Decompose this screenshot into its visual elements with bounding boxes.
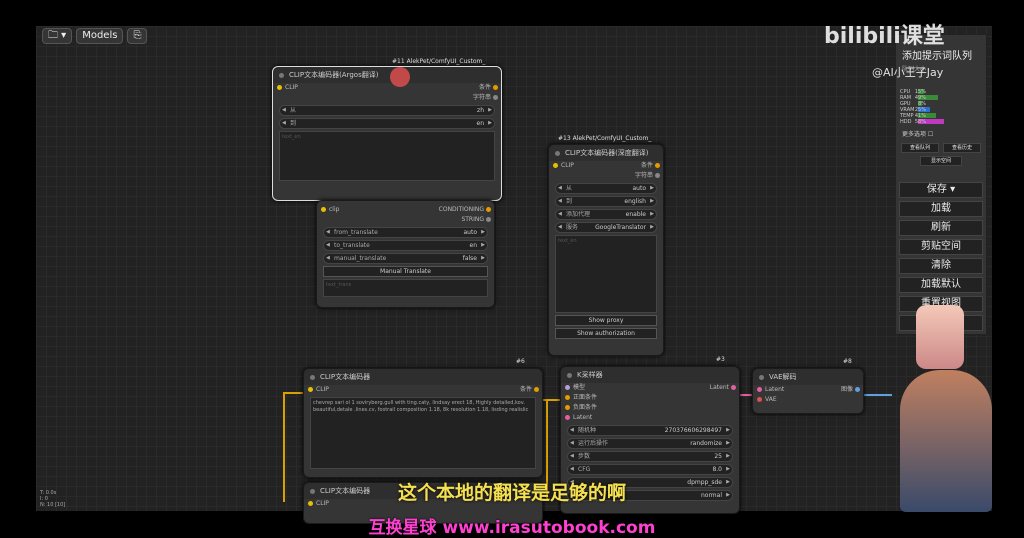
prompt-text[interactable]: chevrep sari ol 1 soviryberg.gull with t… — [310, 397, 536, 469]
load-button[interactable]: 加载 — [899, 201, 983, 217]
trans-text[interactable]: text_trans — [323, 279, 488, 297]
refresh-button[interactable]: 刷新 — [899, 220, 983, 236]
control-after-widget[interactable]: 运行后操作randomize — [567, 438, 733, 449]
node-argos-translate[interactable]: CLIP文本编码器(Argos翻译) CLIP条件 字符串 从zh 到en te… — [272, 66, 502, 201]
node-title: CLIP文本编码器(深度翻译) — [549, 145, 663, 161]
node-8-tag: #8 — [843, 358, 852, 365]
models-button[interactable]: Models — [76, 28, 124, 44]
extra-options-checkbox[interactable]: 更多选项 ☐ — [896, 125, 986, 142]
queue-history-row: 查看队列 查看历史 — [896, 142, 986, 154]
string-output[interactable]: 字符串 — [273, 93, 501, 103]
to-translate-widget[interactable]: to_translateen — [323, 240, 488, 251]
top-toolbar: 🗀 ▾ Models ⎘ — [42, 28, 148, 44]
show-authorization-button[interactable]: Show authorization — [555, 328, 657, 339]
manual-translate-button[interactable]: Manual Translate — [323, 266, 488, 277]
copy-icon[interactable]: ⎘ — [127, 28, 148, 44]
clip-wire-h — [283, 392, 303, 394]
node-3-tag: #3 — [716, 356, 725, 363]
text-input[interactable]: text_en — [279, 131, 495, 181]
negative-input[interactable]: 负面条件 — [561, 403, 739, 413]
cursor-highlight — [390, 67, 410, 87]
from-widget[interactable]: 从zh — [279, 105, 495, 116]
manual-translate-widget[interactable]: manual_translatefalse — [323, 253, 488, 264]
proxy-widget[interactable]: 添加代理enable — [555, 209, 657, 220]
node-title: VAE解码 — [753, 369, 863, 385]
clip-input[interactable]: CLIP 条件 — [549, 161, 663, 171]
service-widget[interactable]: 服务GoogleTranslator — [555, 222, 657, 233]
load-default-button[interactable]: 加载默认 — [899, 277, 983, 293]
seed-widget[interactable]: 随机种270376606298497 — [567, 425, 733, 436]
node-deep-translate[interactable]: CLIP文本编码器(深度翻译) CLIP条件 字符串 从auto 到englis… — [548, 144, 664, 356]
save-button[interactable]: 保存 ▾ — [899, 182, 983, 198]
node-title: CLIP文本编码器 — [304, 369, 542, 385]
stat-hdd: HDD 58% — [900, 119, 982, 125]
node-vae-decode[interactable]: VAE解码 Latent 图像 VAE — [752, 368, 864, 414]
footer-watermark: 互换星球 www.irasutobook.com — [368, 518, 656, 538]
node-13-tag: #13 AlekPet/ComfyUI_Custom_ — [558, 135, 652, 142]
node-clip-encode-positive[interactable]: CLIP文本编码器 CLIP 条件 chevrep sari ol 1 sovir… — [303, 368, 543, 478]
node-argos-detail[interactable]: clipCONDITIONING STRING from_translateau… — [316, 200, 495, 308]
clip-input[interactable]: CLIP 条件 — [273, 83, 501, 93]
node-11-tag: #11 AlekPet/ComfyUI_Custom_ — [392, 58, 486, 65]
string-output[interactable]: 字符串 — [549, 171, 663, 181]
from-widget[interactable]: 从auto — [555, 183, 657, 194]
image-wire — [862, 394, 892, 396]
string-slot[interactable]: STRING — [317, 215, 494, 225]
node-6-tag: #6 — [516, 358, 525, 365]
positive-input[interactable]: 正面条件 — [561, 393, 739, 403]
view-queue-button[interactable]: 查看队列 — [901, 143, 939, 153]
vae-input[interactable]: VAE — [753, 395, 863, 405]
brand-watermark: bilibili课堂 — [824, 24, 945, 49]
cond-wire — [540, 399, 562, 401]
latent-input[interactable]: Latent — [561, 413, 739, 423]
to-widget[interactable]: 到english — [555, 196, 657, 207]
cfg-widget[interactable]: CFG8.0 — [567, 464, 733, 475]
latent-input[interactable]: Latent 图像 — [753, 385, 863, 395]
model-input[interactable]: 模型 Latent — [561, 383, 739, 393]
show-proxy-button[interactable]: Show proxy — [555, 315, 657, 326]
video-subtitle: 这个本地的翻译是足够的啊 — [397, 482, 626, 504]
new-queue-button[interactable]: 显示空间 — [920, 156, 962, 166]
clipspace-button[interactable]: 剪贴空间 — [899, 239, 983, 255]
clip-slot[interactable]: clip CONDITIONING — [317, 205, 494, 215]
folder-icon[interactable]: 🗀 ▾ — [42, 28, 73, 44]
author-watermark: @AI小王子Jay — [872, 66, 944, 79]
clear-button[interactable]: 清除 — [899, 258, 983, 274]
view-history-button[interactable]: 查看历史 — [943, 143, 981, 153]
node-title: K采样器 — [561, 367, 739, 383]
anime-avatar — [916, 305, 964, 369]
text-input[interactable]: text_en — [555, 235, 657, 313]
to-widget[interactable]: 到en — [279, 118, 495, 129]
from-translate-widget[interactable]: from_translateauto — [323, 227, 488, 238]
node-title: CLIP文本编码器(Argos翻译) — [273, 67, 501, 83]
steps-widget[interactable]: 步数25 — [567, 451, 733, 462]
clip-input[interactable]: CLIP 条件 — [304, 385, 542, 395]
